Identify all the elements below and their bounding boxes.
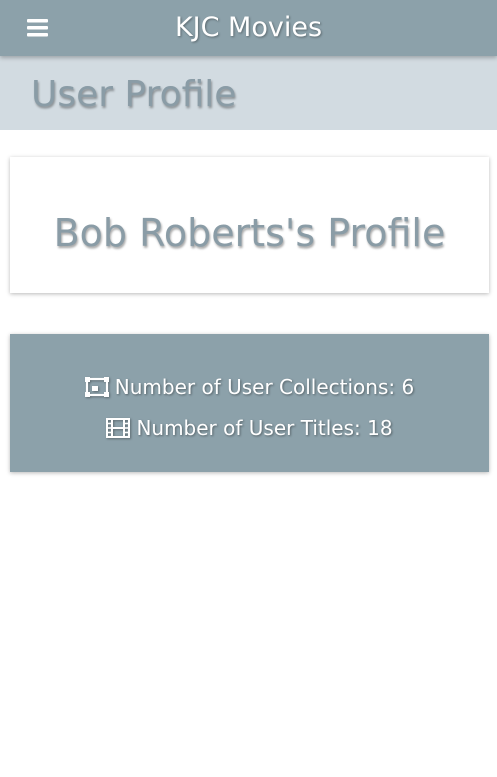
stats-card: Number of User Collections: 6 Number of … [10,334,489,472]
app-title: KJC Movies [174,12,323,43]
page-title: User Profile [31,74,237,115]
stat-titles-label: Number of User Titles: 18 [136,416,393,440]
film-strip-icon [106,417,131,438]
stat-collections-label: Number of User Collections: 6 [114,375,415,399]
profile-card: Bob Roberts's Profile [10,157,489,293]
top-navbar: KJC Movies [0,0,497,56]
stat-titles: Number of User Titles: 18 [10,413,489,443]
menu-button[interactable] [24,14,52,42]
collection-frame-icon [84,376,109,397]
page-header: User Profile [0,56,497,130]
stat-collections: Number of User Collections: 6 [10,372,489,402]
profile-heading: Bob Roberts's Profile [53,211,446,255]
hamburger-menu-icon [24,14,52,42]
